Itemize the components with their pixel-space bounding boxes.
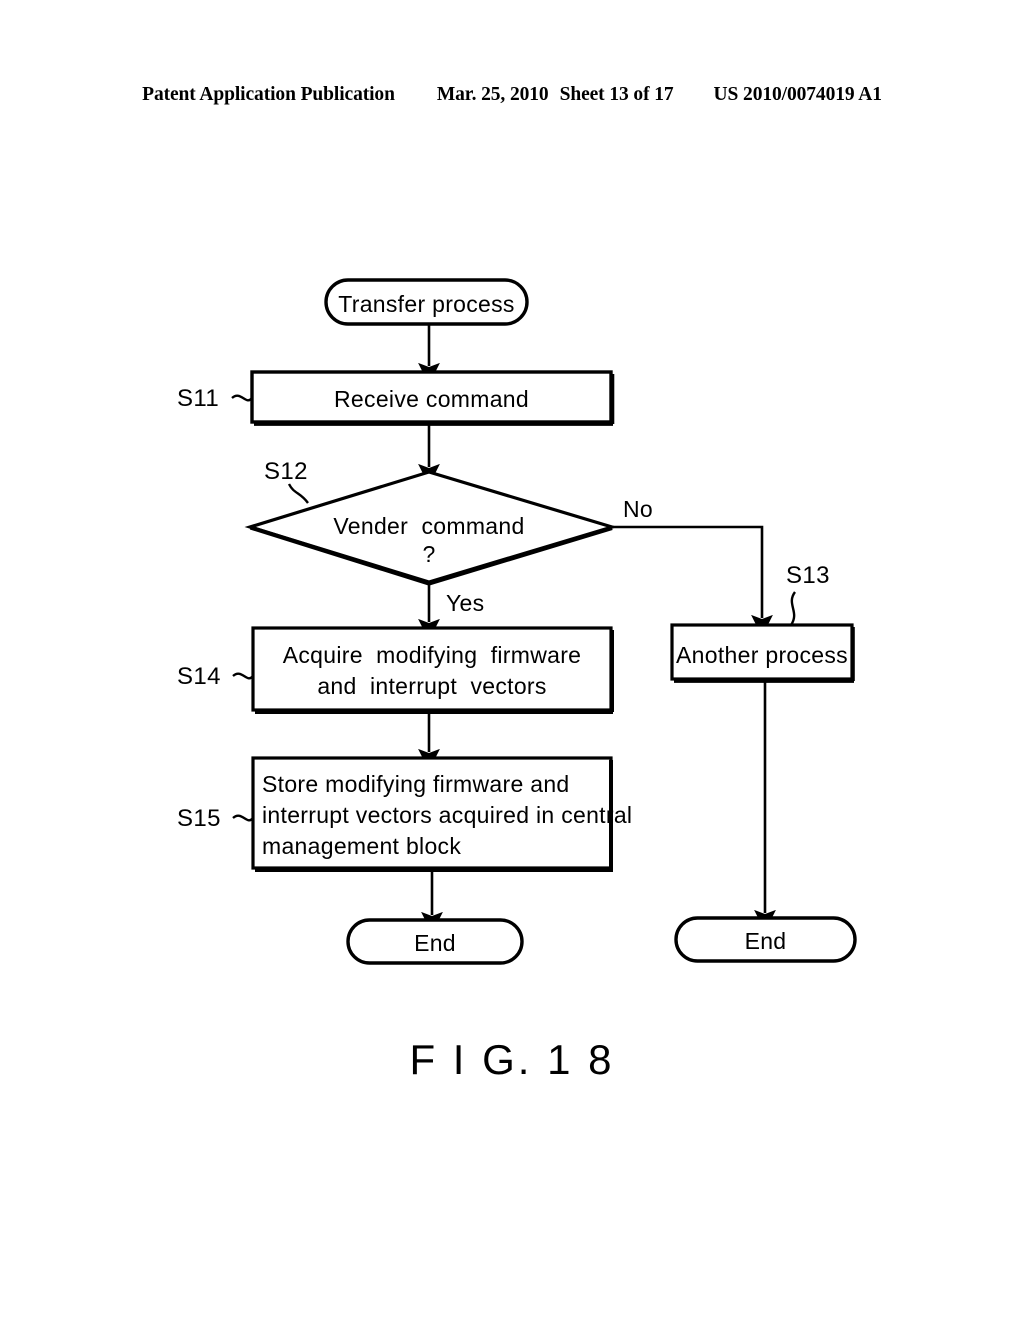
figure-caption: F I G. 1 8	[409, 1036, 615, 1083]
connector-s12-no-to-s13	[612, 525, 773, 637]
s15-box-label-line3: management block	[262, 833, 462, 859]
s13-leader-line	[789, 591, 797, 626]
s12-diamond-label-line2: ?	[422, 541, 436, 567]
step-label-s11: S11	[177, 385, 220, 412]
s15-box-label-line1: Store modifying firmware and	[262, 771, 570, 797]
s12-diamond-label-line1: Vender command	[333, 513, 525, 539]
step-label-s13: S13	[786, 562, 830, 589]
step-label-s12: S12	[264, 458, 308, 485]
s14-leader-line	[232, 672, 254, 680]
s14-box-label-line2: and interrupt vectors	[317, 673, 547, 699]
step-label-s14: S14	[177, 663, 221, 690]
s11-leader-line	[231, 394, 253, 402]
step-label-s15: S15	[177, 805, 221, 832]
flowchart-figure: Transfer process Receive command S11 Ven…	[0, 0, 1024, 1320]
s13-box-label: Another process	[676, 642, 848, 668]
branch-label-yes: Yes	[446, 590, 485, 616]
s11-box-label: Receive command	[334, 386, 529, 412]
s15-leader-line	[232, 814, 254, 822]
end-right-terminator-label: End	[744, 928, 787, 954]
s15-box-label-line2: interrupt vectors acquired in central	[262, 802, 633, 828]
s14-box-label-line1: Acquire modifying firmware	[282, 642, 582, 668]
start-terminator-label: Transfer process	[338, 291, 515, 317]
branch-label-no: No	[623, 496, 654, 522]
end-left-terminator-label: End	[414, 930, 456, 956]
